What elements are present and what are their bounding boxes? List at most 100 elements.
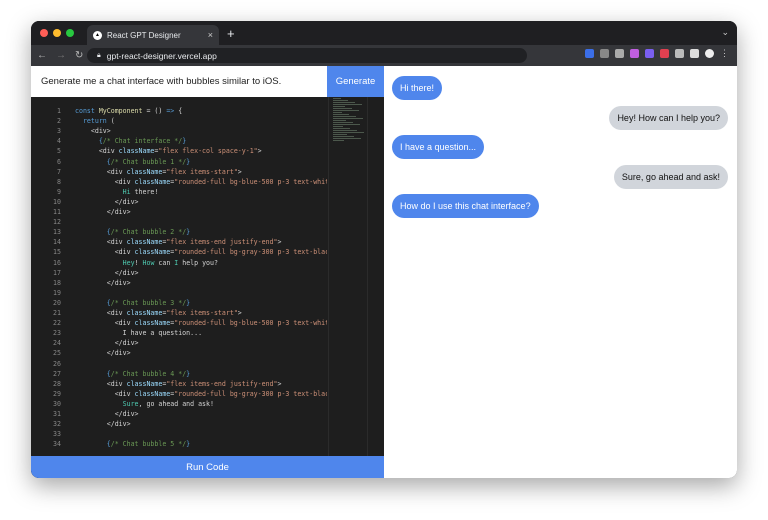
code-token: </div>: [75, 268, 139, 277]
code-token: className: [134, 177, 171, 186]
code-line: 11 </div>: [31, 207, 327, 217]
code-token: "rounded-full bg-gray-300 p-3 text-black…: [174, 248, 327, 257]
editor-panel: Generate me a chat interface with bubble…: [31, 66, 384, 478]
code-token: <div: [75, 177, 135, 186]
code-token: How: [142, 258, 155, 267]
browser-tab[interactable]: ▲ React GPT Designer ×: [87, 25, 219, 45]
line-number: 29: [53, 389, 61, 398]
minimize-window-button[interactable]: [53, 29, 61, 37]
code-token: I have a question...: [75, 329, 203, 338]
sidebar-icon[interactable]: [690, 49, 699, 58]
line-number: 2: [57, 117, 61, 126]
chat-bubble: Hey! How can I help you?: [609, 105, 728, 130]
code-token: {: [174, 107, 183, 115]
code-line: 7 <div className="flex items-start">: [31, 167, 327, 177]
puzzle-icon[interactable]: [675, 49, 684, 58]
code-token: "rounded-full bg-blue-500 p-3 text-white…: [174, 319, 327, 328]
extension-icon[interactable]: [645, 49, 654, 58]
code-token: <div: [75, 389, 135, 398]
extension-icon[interactable]: [630, 49, 639, 58]
line-number: 11: [53, 208, 61, 216]
new-tab-button[interactable]: +: [227, 26, 235, 41]
code-token: }: [186, 298, 191, 307]
generate-button[interactable]: Generate: [327, 66, 384, 97]
code-token: {: [75, 440, 111, 449]
extension-icon[interactable]: [660, 49, 669, 58]
code-line: 13 {/* Chat bubble 2 */}: [31, 227, 327, 237]
code-token: "flex items-start": [166, 309, 238, 317]
extension-icon[interactable]: [585, 49, 594, 58]
code-token: </div>: [75, 349, 131, 358]
line-number: 1: [57, 107, 61, 115]
code-token: "flex items-end justify-end": [166, 238, 278, 247]
minimap-line: [333, 110, 359, 111]
code-token: "flex items-end justify-end": [166, 379, 278, 388]
chat-bubble: How do I use this chat interface?: [392, 194, 539, 218]
code-token: can: [154, 258, 175, 267]
minimap-line: [333, 122, 353, 123]
code-token: /* Chat interface */: [102, 137, 183, 146]
code-token: >: [277, 238, 282, 247]
code-token: className: [134, 319, 171, 328]
code-token: !: [134, 258, 143, 267]
code-token: {: [75, 369, 111, 378]
code-token: MyComponent: [98, 107, 143, 115]
minimap-line: [333, 136, 354, 137]
lock-icon: 🔒︎: [97, 51, 101, 59]
menu-icon[interactable]: ⋮: [720, 49, 729, 58]
code-token: <div: [75, 319, 135, 328]
close-tab-icon[interactable]: ×: [208, 30, 213, 40]
code-token: /* Chat bubble 3 */: [110, 298, 187, 307]
run-code-button[interactable]: Run Code: [31, 456, 384, 478]
extension-icon[interactable]: [615, 49, 624, 58]
code-line: 34 {/* Chat bubble 5 */}: [31, 439, 327, 449]
preview-panel: Hi there! Hey! How can I help you? I have …: [384, 66, 737, 478]
minimap-line: [333, 124, 360, 125]
line-number: 33: [53, 430, 61, 439]
minimap[interactable]: [328, 97, 368, 456]
avatar[interactable]: [705, 49, 714, 58]
code-token: = (): [142, 107, 167, 115]
code-line: 31 </div>: [31, 409, 327, 419]
code-token: {: [75, 228, 111, 237]
code-line: 2 return (: [31, 116, 327, 126]
prompt-input[interactable]: Generate me a chat interface with bubble…: [31, 66, 384, 97]
code-line: 25 </div>: [31, 348, 327, 358]
reload-icon[interactable]: ↻: [75, 50, 83, 61]
code-token: <div>: [75, 127, 111, 136]
line-number: 6: [57, 157, 61, 166]
code-line: 15 <div className="rounded-full bg-gray-…: [31, 247, 327, 257]
line-number: 26: [53, 359, 61, 368]
chevron-down-icon[interactable]: ⌄: [721, 27, 729, 38]
code-token: /* Chat bubble 2 */: [110, 228, 187, 237]
minimap-line: [333, 100, 348, 101]
maximize-window-button[interactable]: [66, 29, 74, 37]
close-window-button[interactable]: [40, 29, 48, 37]
code-token: {: [75, 137, 103, 146]
code-token: </div>: [75, 278, 131, 287]
code-token: (: [106, 117, 115, 126]
code-token: Hey: [75, 258, 135, 267]
code-editor[interactable]: 1 const MyComponent = () => {2 return (3 …: [31, 97, 384, 456]
code-token: </div>: [75, 410, 139, 418]
address-bar[interactable]: 🔒︎ gpt-react-designer.vercel.app: [87, 48, 527, 63]
code-token: "flex flex-col space-y-1": [158, 147, 258, 156]
minimap-line: [333, 106, 345, 107]
code-line: 22 <div className="rounded-full bg-blue-…: [31, 318, 327, 328]
minimap-line: [333, 134, 347, 135]
forward-icon[interactable]: →: [56, 50, 66, 61]
code-line: 17 </div>: [31, 268, 327, 278]
tab-title: React GPT Designer: [107, 30, 181, 40]
code-line: 3 <div>: [31, 126, 327, 136]
code-token: <div: [75, 309, 127, 317]
browser-window: ▲ React GPT Designer × + ⌄ ← → ↻ 🔒︎ gpt-…: [31, 21, 737, 478]
line-number: 21: [53, 309, 61, 317]
line-number: 19: [53, 288, 61, 297]
code-token: </div>: [75, 339, 139, 348]
code-line: 30 Sure, go ahead and ask!: [31, 399, 327, 409]
code-token: className: [118, 147, 155, 156]
line-number: 16: [53, 258, 61, 267]
back-icon[interactable]: ←: [37, 50, 47, 61]
extension-icon[interactable]: [600, 49, 609, 58]
minimap-line: [333, 116, 356, 117]
